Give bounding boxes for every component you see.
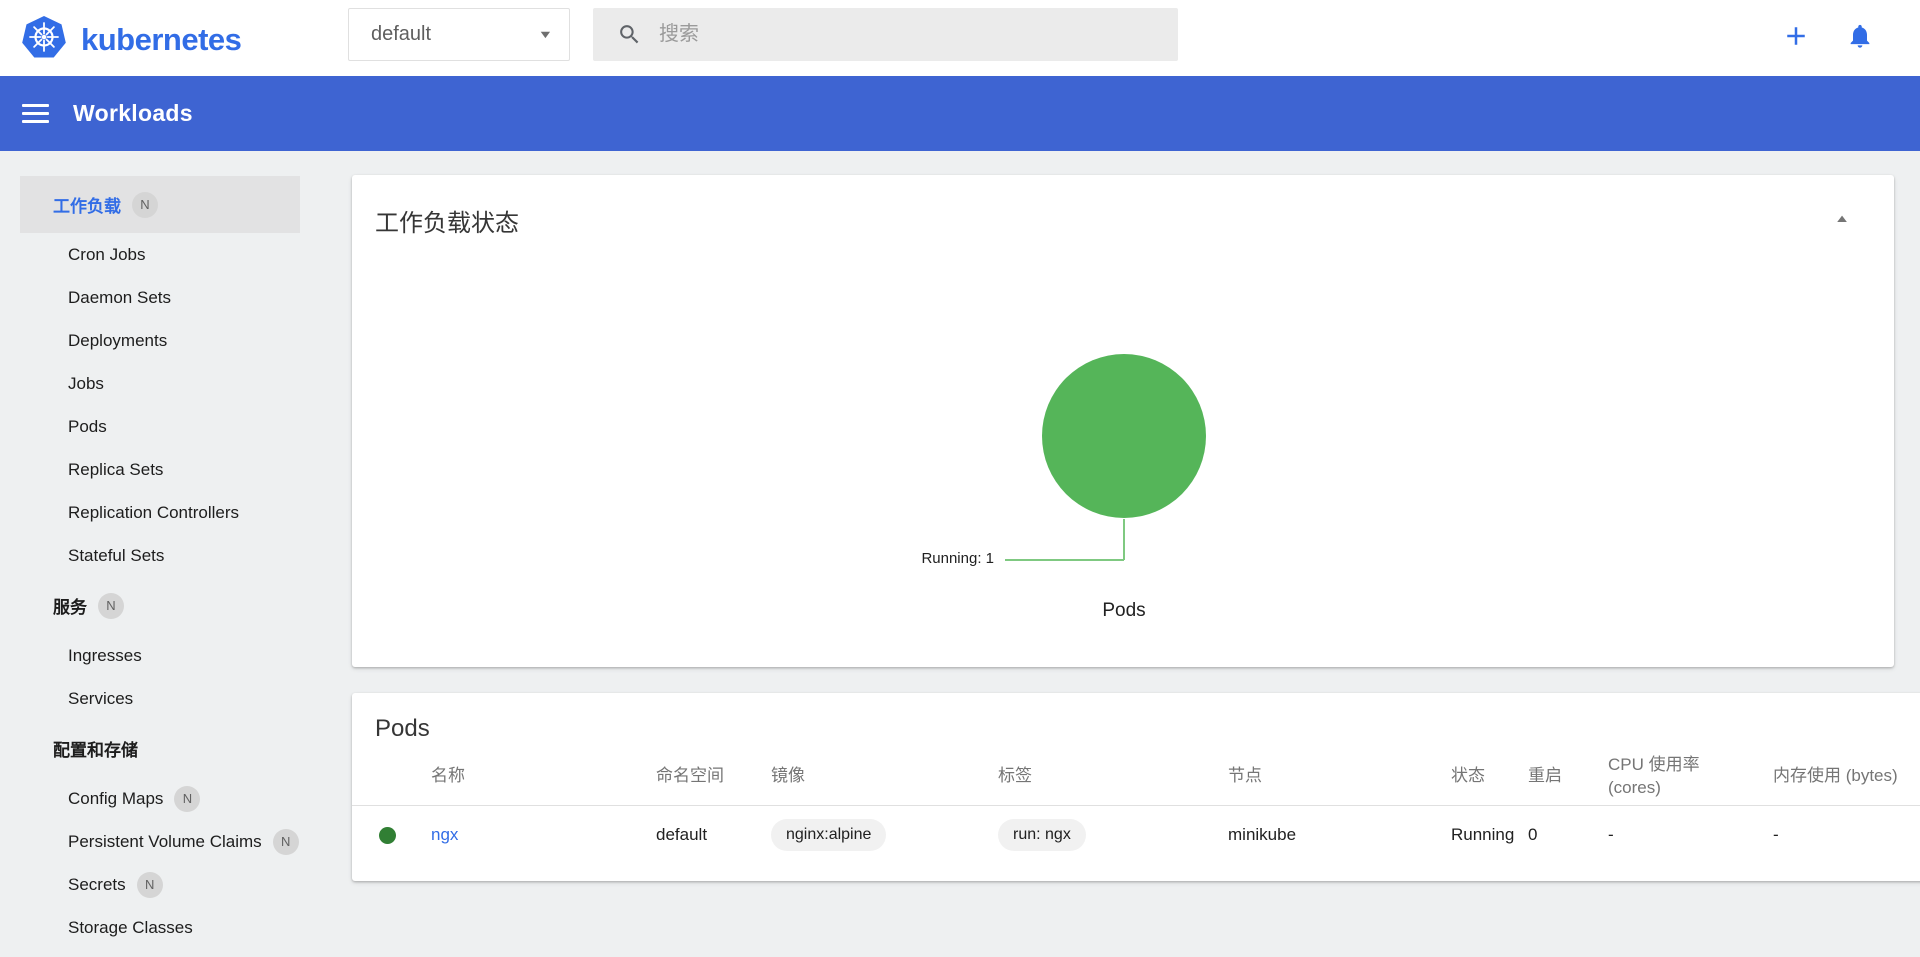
namespaced-badge: N xyxy=(174,786,200,812)
pods-table: 名称命名空间镜像标签节点状态重启CPU 使用率 (cores)内存使用 (byt… xyxy=(352,749,1920,865)
pie-slice-label: Running: 1 xyxy=(800,550,1000,567)
triangle-up-icon: ▲ xyxy=(1834,213,1850,225)
label-chip: run: ngx xyxy=(998,819,1086,851)
logo-wordmark: kubernetes xyxy=(81,22,241,58)
kubernetes-logo-icon xyxy=(22,15,66,64)
sidebar-item-persistent-volume-claims[interactable]: Persistent Volume Claims N xyxy=(20,820,300,863)
pods-card: Pods 名称命名空间镜像标签节点状态重启CPU 使用率 (cores)内存使用… xyxy=(352,693,1920,881)
pods-status-pie-chart xyxy=(1042,354,1206,518)
pie-leader-line xyxy=(1123,519,1125,560)
cell-name: ngx xyxy=(431,805,656,865)
plus-icon xyxy=(1781,21,1811,56)
cell-status-icon xyxy=(352,805,431,865)
sidebar-item-label: Ingresses xyxy=(68,646,142,666)
sidebar-item-label: Replication Controllers xyxy=(68,503,239,523)
notifications-button[interactable] xyxy=(1843,21,1877,55)
column-header-2: 镜像 xyxy=(771,749,998,805)
sidebar-item-label: Daemon Sets xyxy=(68,288,171,308)
column-header-3: 标签 xyxy=(998,749,1228,805)
chevron-down-icon: ▼ xyxy=(538,29,554,41)
table-header-row: 名称命名空间镜像标签节点状态重启CPU 使用率 (cores)内存使用 (byt… xyxy=(352,749,1920,805)
namespaced-badge: N xyxy=(98,593,124,619)
sidebar-item-label: 服务 xyxy=(53,593,87,618)
sidebar-item-ingresses[interactable]: Ingresses xyxy=(20,634,300,677)
sidebar-item-storage-classes[interactable]: Storage Classes xyxy=(20,906,300,949)
sidebar-item-label: Pods xyxy=(68,417,107,437)
column-header-status xyxy=(352,749,431,805)
create-resource-button[interactable] xyxy=(1779,21,1813,55)
sidebar-item-label: Cron Jobs xyxy=(68,245,145,265)
sidebar-item-label: Stateful Sets xyxy=(68,546,164,566)
page-toolbar: Workloads xyxy=(0,76,1920,151)
cell-node: minikube xyxy=(1228,805,1451,865)
sidebar-item-label: 工作负载 xyxy=(53,192,121,217)
cell-image: nginx:alpine xyxy=(771,805,998,865)
sidebar-item-stateful-sets[interactable]: Stateful Sets xyxy=(20,534,300,577)
main-content: 工作负载状态 ▲ Running: 1 Pods Pods 名称命名空间镜像标签… xyxy=(352,151,1920,957)
page-title: Workloads xyxy=(73,100,193,127)
sidebar-item-label: Services xyxy=(68,689,133,709)
sidebar-item-cron-jobs[interactable]: Cron Jobs xyxy=(20,233,300,276)
sidebar-item-pods[interactable]: Pods xyxy=(20,405,300,448)
sidebar-item-配置和存储[interactable]: 配置和存储 xyxy=(20,720,300,777)
sidebar-item-config-maps[interactable]: Config Maps N xyxy=(20,777,300,820)
pod-status-ok-icon xyxy=(379,827,396,844)
namespaced-badge: N xyxy=(137,872,163,898)
table-row: ngx defaultnginx:alpine run: ngx minikubeRu… xyxy=(352,805,1920,865)
cell-restarts: 0 xyxy=(1528,805,1608,865)
sidebar-item-services[interactable]: Services xyxy=(20,677,300,720)
sidebar-item-label: Storage Classes xyxy=(68,918,193,938)
sidebar-item-label: Secrets xyxy=(68,875,126,895)
sidebar-item-secrets[interactable]: Secrets N xyxy=(20,863,300,906)
column-header-5: 状态 xyxy=(1451,749,1528,805)
namespaced-badge: N xyxy=(132,192,158,218)
cell-cpu: - xyxy=(1608,805,1773,865)
namespace-selected-value: default xyxy=(371,23,431,46)
image-chip: nginx:alpine xyxy=(771,819,886,851)
column-header-7: CPU 使用率 (cores) xyxy=(1608,749,1773,805)
sidebar-item-label: Config Maps xyxy=(68,789,163,809)
pod-name-link[interactable]: ngx xyxy=(431,825,458,844)
cell-memory: - xyxy=(1773,805,1920,865)
cell-labels: run: ngx xyxy=(998,805,1228,865)
pie-leader-line xyxy=(1005,559,1124,561)
column-header-1: 命名空间 xyxy=(656,749,771,805)
sidebar-item-replica-sets[interactable]: Replica Sets xyxy=(20,448,300,491)
app-header: kubernetes default ▼ xyxy=(0,0,1920,76)
sidebar-item-label: Deployments xyxy=(68,331,167,351)
pods-card-title: Pods xyxy=(352,693,1920,743)
bell-icon xyxy=(1846,22,1874,55)
sidebar-item-label: Jobs xyxy=(68,374,104,394)
kubernetes-logo[interactable]: kubernetes xyxy=(22,15,241,64)
sidebar-nav: 工作负载 N Cron Jobs Daemon Sets Deployments Jobs… xyxy=(0,151,352,957)
namespaced-badge: N xyxy=(273,829,299,855)
cell-status: Running xyxy=(1451,805,1528,865)
menu-icon[interactable] xyxy=(22,99,49,128)
sidebar-item-label: 配置和存储 xyxy=(53,736,138,761)
workload-status-title: 工作负载状态 xyxy=(375,203,519,238)
column-header-6: 重启 xyxy=(1528,749,1608,805)
sidebar-item-label: Replica Sets xyxy=(68,460,163,480)
namespace-select[interactable]: default ▼ xyxy=(348,8,570,61)
sidebar-item-工作负载[interactable]: 工作负载 N xyxy=(20,176,300,233)
workload-status-card: 工作负载状态 ▲ Running: 1 Pods xyxy=(352,175,1894,667)
sidebar-item-deployments[interactable]: Deployments xyxy=(20,319,300,362)
pie-chart-label: Pods xyxy=(1024,600,1224,622)
sidebar-item-label: Persistent Volume Claims xyxy=(68,832,262,852)
search-bar[interactable] xyxy=(593,8,1178,61)
search-icon xyxy=(617,22,642,52)
collapse-card-button[interactable]: ▲ xyxy=(1824,207,1860,231)
sidebar-item-daemon-sets[interactable]: Daemon Sets xyxy=(20,276,300,319)
sidebar-item-replication-controllers[interactable]: Replication Controllers xyxy=(20,491,300,534)
column-header-0: 名称 xyxy=(431,749,656,805)
column-header-8: 内存使用 (bytes) xyxy=(1773,749,1920,805)
sidebar-item-服务[interactable]: 服务 N xyxy=(20,577,300,634)
sidebar-item-jobs[interactable]: Jobs xyxy=(20,362,300,405)
search-input[interactable] xyxy=(659,23,1119,46)
cell-namespace: default xyxy=(656,805,771,865)
column-header-4: 节点 xyxy=(1228,749,1451,805)
